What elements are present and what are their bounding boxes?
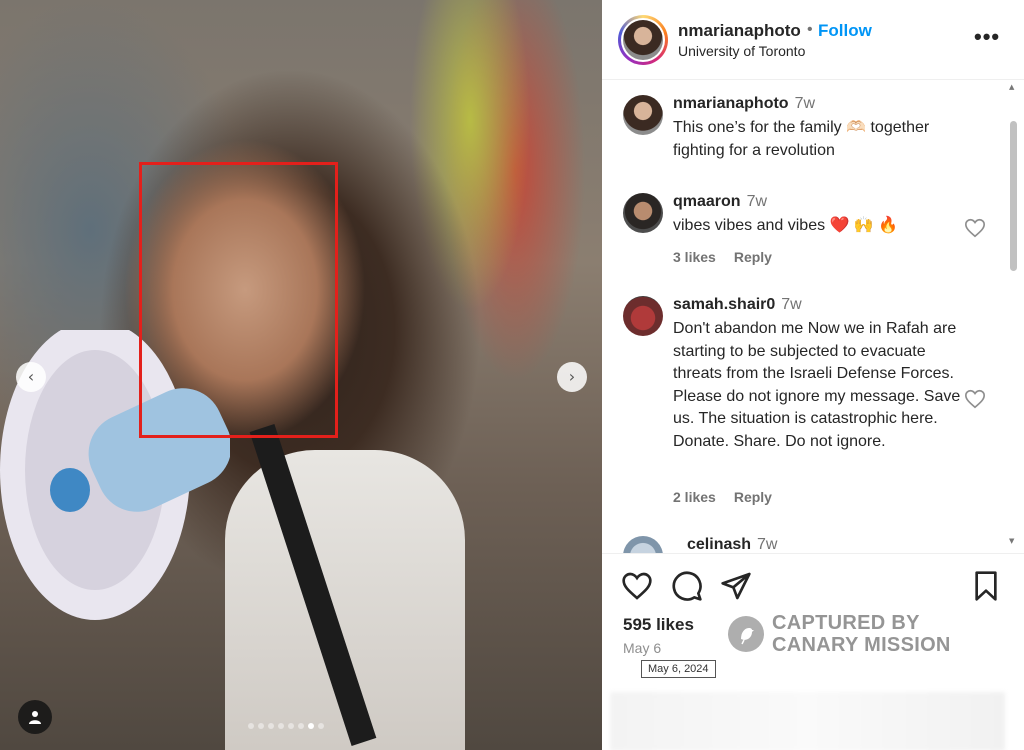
canary-bird-icon	[728, 616, 764, 652]
carousel-dot	[318, 723, 324, 729]
carousel-indicator	[248, 723, 324, 729]
carousel-next-button[interactable]: ›	[557, 362, 587, 392]
list-item: celinash 7w	[602, 536, 1002, 553]
face-highlight-box	[139, 162, 338, 438]
watermark-line-1: CAPTURED BY	[772, 612, 920, 634]
share-icon[interactable]	[720, 570, 752, 602]
add-comment-area[interactable]	[610, 692, 1005, 750]
comment-username[interactable]: nmarianaphoto	[673, 95, 789, 112]
post-date[interactable]: May 6	[623, 640, 661, 656]
avatar[interactable]	[623, 193, 663, 233]
avatar[interactable]	[623, 536, 663, 553]
comment-time: 7w	[781, 296, 802, 313]
carousel-dot	[258, 723, 264, 729]
comment-icon[interactable]	[671, 570, 703, 602]
caption-comment: nmarianaphoto 7w This one’s for the famil…	[602, 95, 1002, 175]
header-separator: •	[807, 21, 813, 38]
heart-icon[interactable]	[964, 388, 986, 410]
carousel-dot	[298, 723, 304, 729]
date-tooltip: May 6, 2024	[641, 660, 716, 678]
more-options-icon[interactable]: •••	[974, 24, 1000, 50]
avatar[interactable]	[623, 296, 663, 336]
comments-scrollbar[interactable]: ▲ ▼	[1007, 81, 1019, 553]
comment-username[interactable]: celinash	[687, 536, 751, 553]
comments-list: nmarianaphoto 7w This one’s for the famil…	[602, 81, 1024, 553]
list-item: qmaaron 7w vibes vibes and vibes ❤️ 🙌 🔥 3…	[602, 193, 1002, 273]
comment-text: This one’s for the family 🫶🏻 together fi…	[673, 119, 930, 159]
list-item: samah.shair0 7w Don't abandon me Now we i…	[602, 296, 1002, 516]
post-sidebar: nmarianaphoto • Follow University of Tor…	[602, 0, 1024, 750]
comment-username[interactable]: qmaaron	[673, 193, 741, 210]
watermark-line-2: CANARY MISSION	[772, 634, 951, 656]
avatar[interactable]	[623, 95, 663, 135]
heart-icon[interactable]	[621, 570, 653, 602]
comment-time: 7w	[757, 536, 778, 553]
carousel-prev-button[interactable]: ‹	[16, 362, 46, 392]
reply-button[interactable]: Reply	[734, 489, 772, 505]
comment-likes[interactable]: 2 likes	[673, 489, 716, 505]
scroll-up-icon[interactable]: ▲	[1009, 83, 1014, 91]
carousel-dot	[268, 723, 274, 729]
tagged-users-button[interactable]	[18, 700, 52, 734]
post-actions: 595 likes May 6 May 6, 2024 CAPTURED BY …	[602, 553, 1024, 750]
reply-button[interactable]: Reply	[734, 249, 772, 265]
scroll-down-icon[interactable]: ▼	[1009, 537, 1014, 545]
scrollbar-thumb[interactable]	[1010, 121, 1017, 271]
comment-text: vibes vibes and vibes ❤️ 🙌 🔥	[673, 217, 899, 234]
carousel-dot	[308, 723, 314, 729]
follow-button[interactable]: Follow	[818, 21, 872, 41]
comment-username[interactable]: samah.shair0	[673, 296, 775, 313]
canary-mission-watermark: CAPTURED BY CANARY MISSION	[728, 612, 951, 656]
post-photo[interactable]: ‹ ›	[0, 0, 602, 750]
comment-likes[interactable]: 3 likes	[673, 249, 716, 265]
carousel-dot	[278, 723, 284, 729]
comment-time: 7w	[746, 193, 768, 210]
comment-text: Don't abandon me Now we in Rafah are sta…	[673, 320, 961, 450]
likes-count[interactable]: 595 likes	[623, 615, 694, 635]
heart-icon[interactable]	[964, 217, 986, 239]
post-location[interactable]: University of Toronto	[678, 43, 805, 59]
author-username[interactable]: nmarianaphoto	[678, 21, 801, 41]
author-avatar[interactable]	[618, 15, 668, 65]
comment-time: 7w	[794, 95, 816, 112]
post-header: nmarianaphoto • Follow University of Tor…	[602, 0, 1024, 80]
carousel-dot	[288, 723, 294, 729]
bookmark-icon[interactable]	[970, 570, 1002, 602]
user-icon	[29, 711, 41, 724]
carousel-dot	[248, 723, 254, 729]
